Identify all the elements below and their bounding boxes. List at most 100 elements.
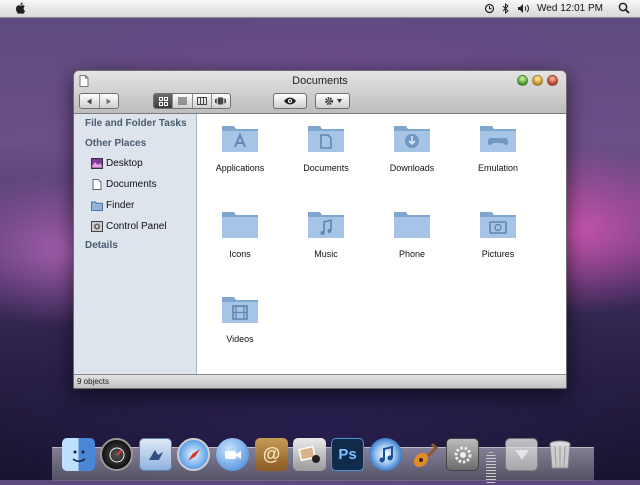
folder-label: Pictures xyxy=(481,249,515,259)
column-view-button[interactable] xyxy=(192,94,212,108)
forward-button[interactable] xyxy=(99,94,118,108)
menu-bar: Wed 12:01 PM xyxy=(0,0,640,18)
list-view-icon xyxy=(177,97,187,105)
sidebar-item-label: Control Panel xyxy=(106,220,167,232)
quicklook-button[interactable] xyxy=(273,93,307,109)
folder-item-emulation[interactable]: Emulation xyxy=(458,123,538,173)
folder-label: Downloads xyxy=(389,163,435,173)
desktop-icon xyxy=(91,157,103,169)
back-button[interactable] xyxy=(80,94,100,108)
applications-folder-icon xyxy=(222,126,258,152)
window-title: Documents xyxy=(292,75,348,87)
dashboard-icon[interactable] xyxy=(100,438,133,471)
zoom-button[interactable] xyxy=(517,75,528,86)
finder-face-icon xyxy=(72,450,85,462)
sidebar-heading-places[interactable]: Other Places xyxy=(85,138,146,149)
folder-item-icons[interactable]: Icons xyxy=(200,209,280,259)
title-bar[interactable]: Documents xyxy=(74,71,566,114)
garageband-icon[interactable] xyxy=(408,438,441,471)
sidebar-item-label: Finder xyxy=(106,199,135,211)
icon-view-icon xyxy=(158,96,168,106)
sidebar-heading-details[interactable]: Details xyxy=(85,240,118,251)
music-note-icon xyxy=(379,445,393,462)
status-bar: 9 objects xyxy=(74,374,566,388)
control-panel-icon xyxy=(91,220,103,232)
menu-clock[interactable]: Wed 12:01 PM xyxy=(537,3,603,14)
gauge-icon xyxy=(109,447,124,462)
sidebar-item-label: Documents xyxy=(106,178,157,190)
photo-stack-icon xyxy=(297,445,320,463)
folder-item-videos[interactable]: Videos xyxy=(200,294,280,344)
minimize-button[interactable] xyxy=(532,75,543,86)
ps-label: Ps xyxy=(338,446,357,463)
file-grid: Applications Documents Downloads Emulati… xyxy=(197,114,566,376)
downloads-stack-icon[interactable] xyxy=(505,438,538,471)
coverflow-view-icon xyxy=(215,97,227,105)
at-sign-icon: @ xyxy=(262,444,281,464)
videos-folder-icon xyxy=(222,297,258,323)
photoshop-icon[interactable]: Ps xyxy=(331,438,364,471)
folder-item-phone[interactable]: Phone xyxy=(372,209,452,259)
volume-icon[interactable] xyxy=(517,3,530,14)
gear-icon xyxy=(454,446,471,463)
ichat-icon[interactable] xyxy=(216,438,249,471)
compass-icon xyxy=(187,448,200,461)
documents-folder-icon xyxy=(308,126,344,152)
sidebar-item-desktop[interactable]: Desktop xyxy=(91,156,143,170)
folder-item-music[interactable]: Music xyxy=(286,209,366,259)
folder-label: Documents xyxy=(303,163,349,173)
mail-icon[interactable] xyxy=(139,438,172,471)
time-machine-icon[interactable] xyxy=(484,3,495,14)
folder-item-applications[interactable]: Applications xyxy=(200,123,280,173)
trash-icon[interactable] xyxy=(543,438,576,471)
system-preferences-icon[interactable] xyxy=(446,438,479,471)
gamepad-folder-icon xyxy=(480,126,516,152)
back-arrow-icon xyxy=(86,98,92,104)
close-button[interactable] xyxy=(547,75,558,86)
iphoto-icon[interactable] xyxy=(293,438,326,471)
gear-icon xyxy=(324,97,333,105)
folder-label: Music xyxy=(314,249,338,259)
guitar-icon xyxy=(413,442,438,467)
finder-icon[interactable] xyxy=(62,438,95,471)
spotlight-search-icon[interactable] xyxy=(618,2,630,14)
menu-extras: Wed 12:01 PM xyxy=(484,2,630,14)
pictures-folder-icon xyxy=(480,212,516,238)
camera-icon xyxy=(224,450,241,459)
action-menu-button[interactable] xyxy=(315,93,350,109)
eagle-stamp-icon xyxy=(148,449,163,460)
icon-view-button[interactable] xyxy=(154,94,174,108)
sidebar-heading-tasks[interactable]: File and Folder Tasks xyxy=(85,118,187,129)
list-view-button[interactable] xyxy=(173,94,193,108)
folder-label: Icons xyxy=(229,249,251,259)
itunes-icon[interactable] xyxy=(369,438,402,471)
folder-label: Videos xyxy=(226,334,254,344)
eye-icon xyxy=(284,97,296,105)
folder-label: Applications xyxy=(215,163,265,173)
apple-logo-icon[interactable] xyxy=(14,1,28,15)
sidebar-item-control-panel[interactable]: Control Panel xyxy=(91,219,167,233)
window-controls xyxy=(517,75,558,86)
view-mode-buttons xyxy=(153,93,231,109)
bluetooth-icon[interactable] xyxy=(502,2,510,14)
column-view-icon xyxy=(196,97,207,105)
sidebar-item-finder[interactable]: Finder xyxy=(91,198,134,212)
safari-icon[interactable] xyxy=(177,438,210,471)
coverflow-view-button[interactable] xyxy=(211,94,230,108)
folder-icon xyxy=(91,201,103,211)
down-arrow-icon xyxy=(514,449,529,460)
wastebasket-icon xyxy=(549,440,570,468)
folder-item-pictures[interactable]: Pictures xyxy=(458,209,538,259)
address-book-icon[interactable]: @ xyxy=(255,438,288,471)
dock-divider[interactable] xyxy=(486,452,496,485)
sidebar-item-documents[interactable]: Documents xyxy=(91,177,157,191)
music-folder-icon xyxy=(308,212,344,238)
object-count: 9 objects xyxy=(77,377,110,386)
folder-icon xyxy=(394,212,430,238)
folder-item-documents[interactable]: Documents xyxy=(286,123,366,173)
folder-label: Emulation xyxy=(477,163,519,173)
dropdown-arrow-icon xyxy=(336,99,342,103)
downloads-folder-icon xyxy=(394,126,430,152)
folder-item-downloads[interactable]: Downloads xyxy=(372,123,452,173)
nav-buttons xyxy=(79,93,119,109)
